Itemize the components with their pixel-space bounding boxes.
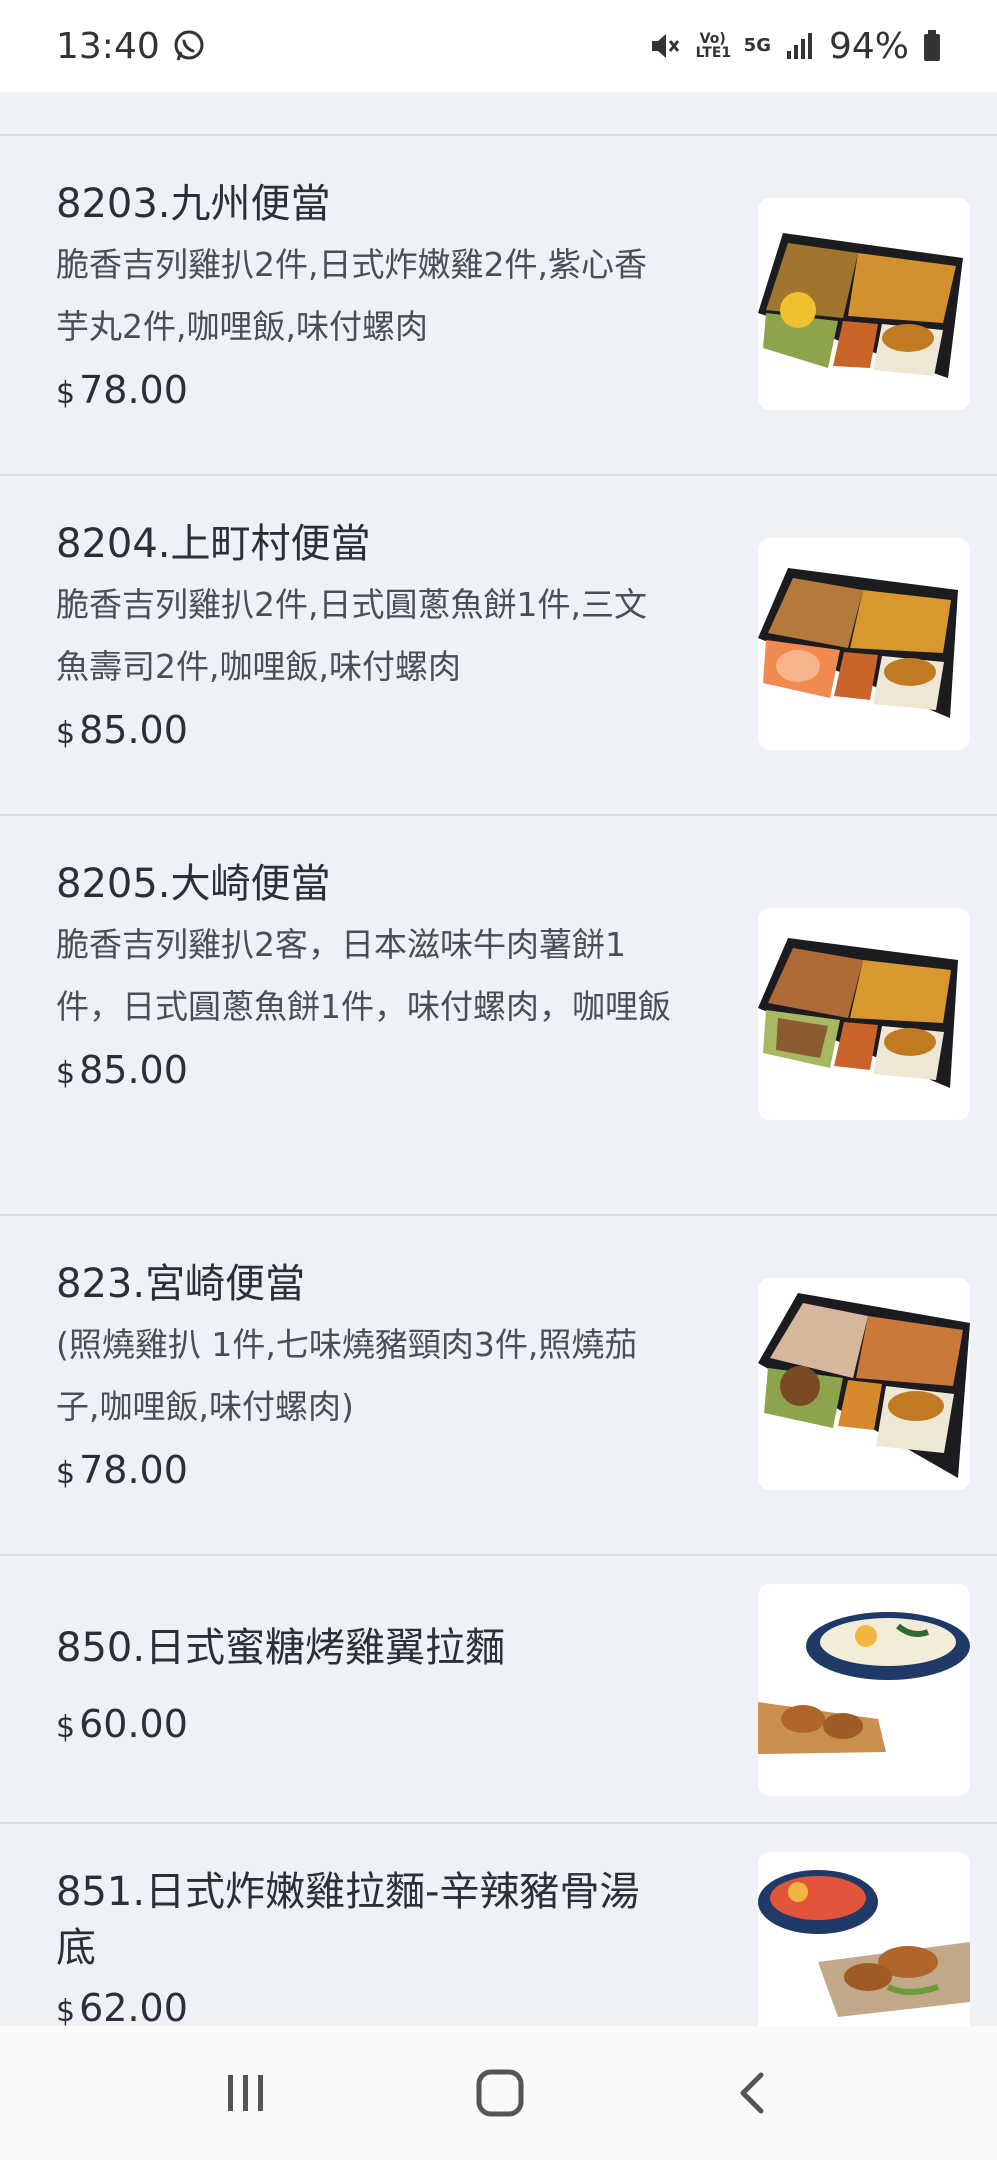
item-title: 8204.上町村便當 [56, 521, 371, 567]
list-top-divider [0, 92, 997, 136]
signal-icon [786, 33, 812, 59]
price-value: 85.00 [79, 708, 188, 752]
bento-box-image [758, 938, 958, 1088]
price-value: 78.00 [79, 368, 188, 412]
price-value: 78.00 [79, 1448, 188, 1492]
item-title: 850.日式蜜糖烤雞翼拉麵 [56, 1625, 506, 1671]
price-value: 62.00 [79, 1986, 188, 2026]
whatsapp-icon [174, 30, 204, 61]
menu-list[interactable]: 8203.九州便當 脆香吉列雞扒2件,日式炸嫩雞2件,紫心香芋丸2件,咖哩飯,味… [0, 92, 997, 2026]
battery-percent: 94% [828, 25, 909, 67]
mute-icon [651, 34, 679, 58]
item-thumbnail[interactable] [758, 198, 970, 410]
item-description: 脆香吉列雞扒2客，日本滋味牛肉薯餅1件，日式圓蔥魚餅1件，味付螺肉，咖哩飯 [56, 925, 671, 1026]
recents-icon[interactable] [222, 2069, 270, 2117]
menu-item-823[interactable]: 823.宮崎便當 (照燒雞扒 1件,七味燒豬頸肉3件,照燒茄子,咖哩飯,味付螺肉… [0, 1216, 997, 1556]
price-value: 85.00 [79, 1048, 188, 1092]
status-time: 13:40 [56, 25, 160, 67]
currency-symbol: $ [56, 376, 76, 411]
battery-icon [924, 30, 940, 61]
menu-item-851[interactable]: 851.日式炸嫩雞拉麵-辛辣豬骨湯底 $62.00 [0, 1824, 997, 2026]
menu-item-8204[interactable]: 8204.上町村便當 脆香吉列雞扒2件,日式圓蔥魚餅1件,三文魚壽司2件,咖哩飯… [0, 476, 997, 816]
bento-box-image [758, 233, 963, 378]
item-thumbnail[interactable] [758, 908, 970, 1120]
network-label: 5G [743, 35, 771, 56]
item-title: 8205.大崎便當 [56, 861, 331, 907]
currency-symbol: $ [56, 1056, 76, 1091]
home-icon[interactable] [474, 2067, 526, 2119]
item-thumbnail[interactable] [758, 1852, 970, 2026]
status-right: Vo) LTE1 5G 94% [648, 26, 941, 67]
item-thumbnail[interactable] [758, 1584, 970, 1796]
currency-symbol: $ [56, 1994, 76, 2026]
menu-item-850[interactable]: 850.日式蜜糖烤雞翼拉麵 $60.00 [0, 1556, 997, 1824]
status-bar: 13:40 Vo) LTE1 5G 94% [0, 0, 997, 92]
back-icon[interactable] [731, 2069, 775, 2117]
item-thumbnail[interactable] [758, 538, 970, 750]
system-nav-bar [0, 2026, 997, 2160]
status-left: 13:40 [56, 26, 206, 67]
item-description: 脆香吉列雞扒2件,日式圓蔥魚餅1件,三文魚壽司2件,咖哩飯,味付螺肉 [56, 585, 647, 686]
currency-symbol: $ [56, 1456, 76, 1491]
item-title: 8203.九州便當 [56, 181, 331, 227]
bento-box-image [758, 568, 958, 718]
ramen-image [758, 1870, 970, 2017]
item-description: (照燒雞扒 1件,七味燒豬頸肉3件,照燒茄子,咖哩飯,味付螺肉) [56, 1325, 638, 1426]
item-title: 851.日式炸嫩雞拉麵-辛辣豬骨湯底 [56, 1869, 640, 1971]
menu-item-8205[interactable]: 8205.大崎便當 脆香吉列雞扒2客，日本滋味牛肉薯餅1件，日式圓蔥魚餅1件，味… [0, 816, 997, 1216]
item-title: 823.宮崎便當 [56, 1261, 306, 1307]
menu-item-8203[interactable]: 8203.九州便當 脆香吉列雞扒2件,日式炸嫩雞2件,紫心香芋丸2件,咖哩飯,味… [0, 136, 997, 476]
currency-symbol: $ [56, 1710, 76, 1745]
price-value: 60.00 [79, 1702, 188, 1746]
bento-box-image [758, 1293, 970, 1478]
item-thumbnail[interactable] [758, 1278, 970, 1490]
ramen-image [758, 1612, 970, 1754]
volte-label: Vo) LTE1 [695, 31, 732, 61]
currency-symbol: $ [56, 716, 76, 751]
item-description: 脆香吉列雞扒2件,日式炸嫩雞2件,紫心香芋丸2件,咖哩飯,味付螺肉 [56, 245, 647, 346]
